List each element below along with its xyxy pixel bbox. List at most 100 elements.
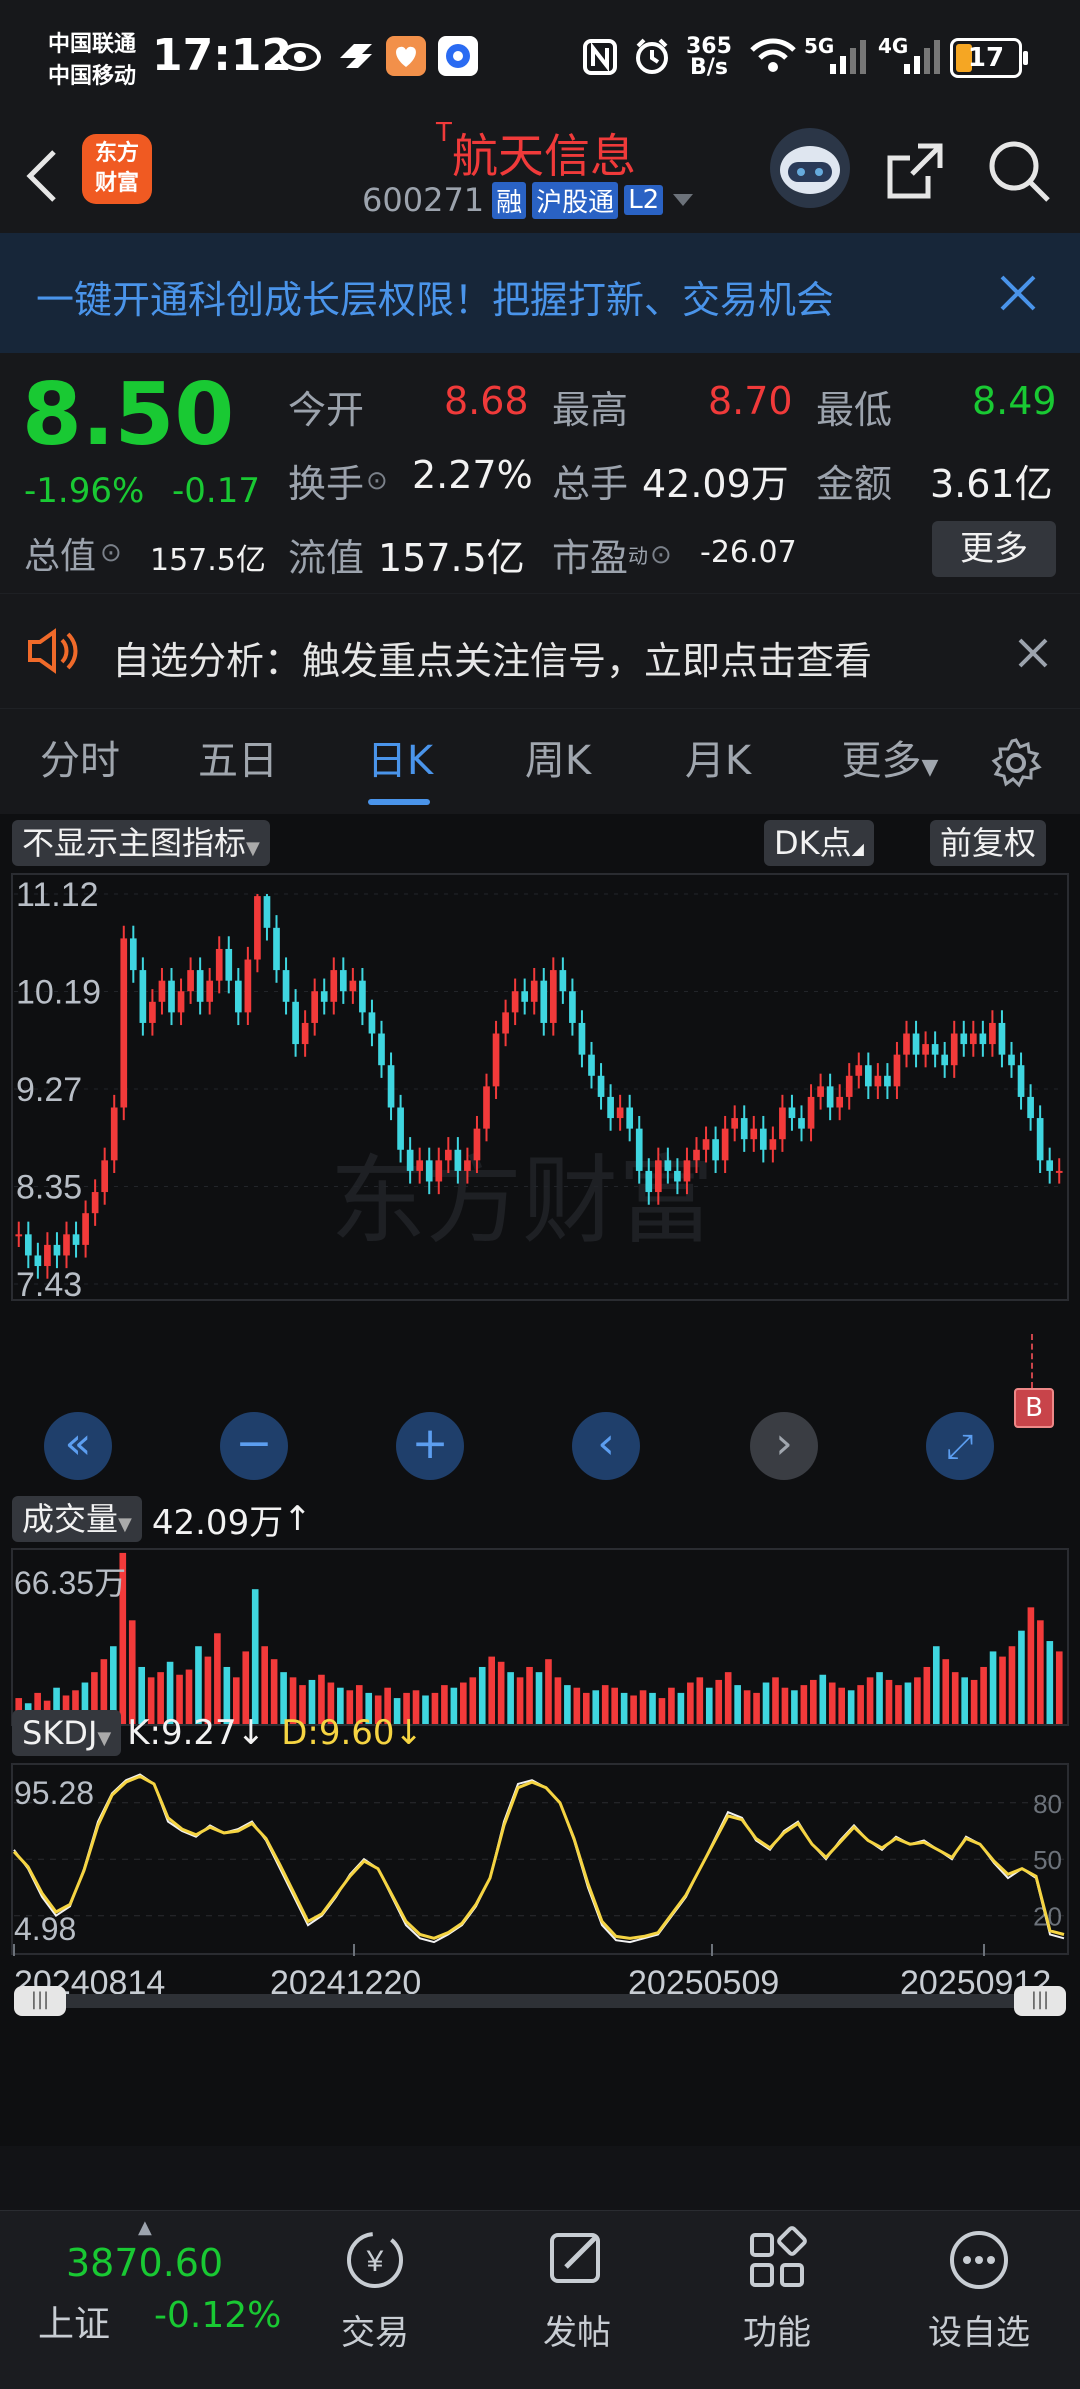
tab-weekly-k[interactable]: 周K	[498, 709, 618, 814]
fullscreen-button[interactable]: ⤢	[926, 1412, 994, 1480]
more-quote-button[interactable]: 更多	[932, 521, 1056, 577]
volume-bar	[422, 1695, 429, 1724]
chart-canvas[interactable]: 东方财富 11.1210.199.278.357.43 66.35万 80502…	[0, 814, 1080, 2146]
candle-body	[301, 1022, 309, 1045]
battery-icon: 17	[950, 38, 1028, 78]
candle-body	[483, 1086, 490, 1129]
analysis-alert[interactable]: 自选分析：触发重点关注信号，立即点击查看	[0, 593, 1080, 709]
chevron-left-icon: ‹	[597, 1418, 615, 1469]
volume-bar	[942, 1659, 950, 1724]
down-arrow-icon: ↓	[236, 1713, 266, 1753]
candle-body	[444, 1149, 452, 1161]
candle-body	[998, 1022, 1006, 1055]
skdj-d-line	[12, 1774, 1065, 1940]
skdj-indicator-select[interactable]: SKDJ▼	[12, 1710, 122, 1756]
turnover-value: 2.27%	[412, 453, 533, 497]
share-button[interactable]	[884, 140, 946, 206]
price-tick-label: 9.27	[16, 1071, 82, 1109]
index-quote-button[interactable]: ▲ 3870.60 上证 -0.12%	[18, 2211, 288, 2389]
candle-body	[225, 948, 233, 981]
promo-close-button[interactable]	[996, 271, 1040, 319]
candle-body	[406, 1149, 414, 1171]
candle-body	[702, 1139, 710, 1150]
jump-start-button[interactable]: «	[44, 1412, 112, 1480]
candle-body	[635, 1128, 643, 1171]
candle-body	[44, 1244, 51, 1267]
pe-value: -26.07	[700, 535, 797, 570]
tab-monthly-k[interactable]: 月K	[658, 709, 778, 814]
buy-marker[interactable]: B	[1014, 1388, 1054, 1428]
candle-body	[378, 1033, 385, 1066]
volume-tick-label: 66.35万	[14, 1565, 126, 1601]
candle-body	[664, 1160, 672, 1171]
candle-body	[282, 970, 290, 1002]
volume-bar	[734, 1685, 741, 1724]
low-label: 最低	[816, 388, 893, 432]
candle-body	[158, 980, 166, 1002]
minus-icon: −	[235, 1418, 273, 1469]
nav-add-watchlist[interactable]: 设自选	[904, 2211, 1054, 2354]
level2-badge: L2	[624, 185, 664, 215]
eastmoney-logo[interactable]: 东方 财富	[82, 134, 152, 204]
volume-bar	[488, 1656, 496, 1724]
up-arrow-icon: ↑	[283, 1499, 312, 1539]
volume-bar	[1055, 1651, 1063, 1724]
carrier-2: 中国移动	[48, 64, 137, 89]
promo-banner[interactable]: 一键开通科创成长层权限！把握打新、交易机会	[0, 233, 1080, 353]
volume-bar	[450, 1687, 458, 1724]
buy-marker-line	[1031, 1334, 1033, 1388]
stock-code-row[interactable]: 600271 融 沪股通 L2	[362, 180, 697, 220]
volume-bar	[904, 1682, 912, 1724]
nav-post[interactable]: 发帖	[502, 2211, 652, 2354]
volume-bar	[251, 1589, 259, 1724]
volume-bar	[592, 1690, 600, 1724]
nav-trade[interactable]: ¥ 交易	[300, 2211, 450, 2354]
volume-bar	[431, 1692, 439, 1724]
tab-more[interactable]: 更多▼	[820, 709, 960, 814]
nav-features[interactable]: 功能	[702, 2211, 852, 2354]
volume-bar	[923, 1666, 931, 1724]
tab-intraday[interactable]: 分时	[20, 709, 140, 814]
robot-assistant-icon[interactable]	[770, 128, 850, 208]
candle-body	[254, 896, 261, 960]
index-name: 上证	[38, 2304, 111, 2345]
clock: 17:12	[152, 30, 293, 81]
scroll-left-button[interactable]: ‹	[572, 1412, 640, 1480]
candle-body	[798, 1118, 805, 1129]
volume-bar	[677, 1692, 685, 1724]
candle-body	[187, 970, 194, 992]
candle-body	[101, 1160, 109, 1193]
volume-bar	[564, 1685, 571, 1724]
candle-body	[540, 980, 548, 1023]
alert-close-button[interactable]	[1016, 636, 1050, 674]
period-tabs: 分时 五日 日K 周K 月K 更多▼	[0, 708, 1080, 815]
search-button[interactable]	[986, 136, 1052, 210]
candle-body	[941, 1054, 949, 1066]
volume-bar	[441, 1685, 448, 1724]
candle-body	[34, 1255, 42, 1267]
zoom-out-button[interactable]: −	[220, 1412, 288, 1480]
volume-bar	[705, 1687, 713, 1724]
volume-bar	[507, 1672, 514, 1724]
volume-bar	[687, 1682, 694, 1724]
volume-value: 42.09万	[151, 1502, 284, 1543]
volume-bar	[658, 1698, 666, 1724]
scroll-right-button[interactable]: ›	[750, 1412, 818, 1480]
stock-code: 600271	[362, 181, 485, 219]
range-slider-left-handle[interactable]: |||	[14, 1986, 66, 2016]
zoom-in-button[interactable]: +	[396, 1412, 464, 1480]
volume-bar	[866, 1677, 874, 1724]
candle-body	[120, 938, 128, 1108]
candle-body	[530, 980, 538, 1002]
speaker-icon	[26, 628, 80, 678]
volume-indicator-select[interactable]: 成交量▼	[12, 1496, 142, 1542]
range-slider-right-handle[interactable]: |||	[1014, 1986, 1066, 2016]
change-percent: -1.96%	[24, 471, 145, 511]
volume-bar	[828, 1682, 836, 1724]
tab-five-day[interactable]: 五日	[178, 709, 298, 814]
candle-body	[511, 991, 519, 1013]
range-slider-track[interactable]	[14, 1994, 1066, 2008]
volume-bar	[810, 1679, 817, 1724]
settings-button[interactable]	[990, 737, 1042, 793]
back-button[interactable]	[20, 148, 64, 208]
